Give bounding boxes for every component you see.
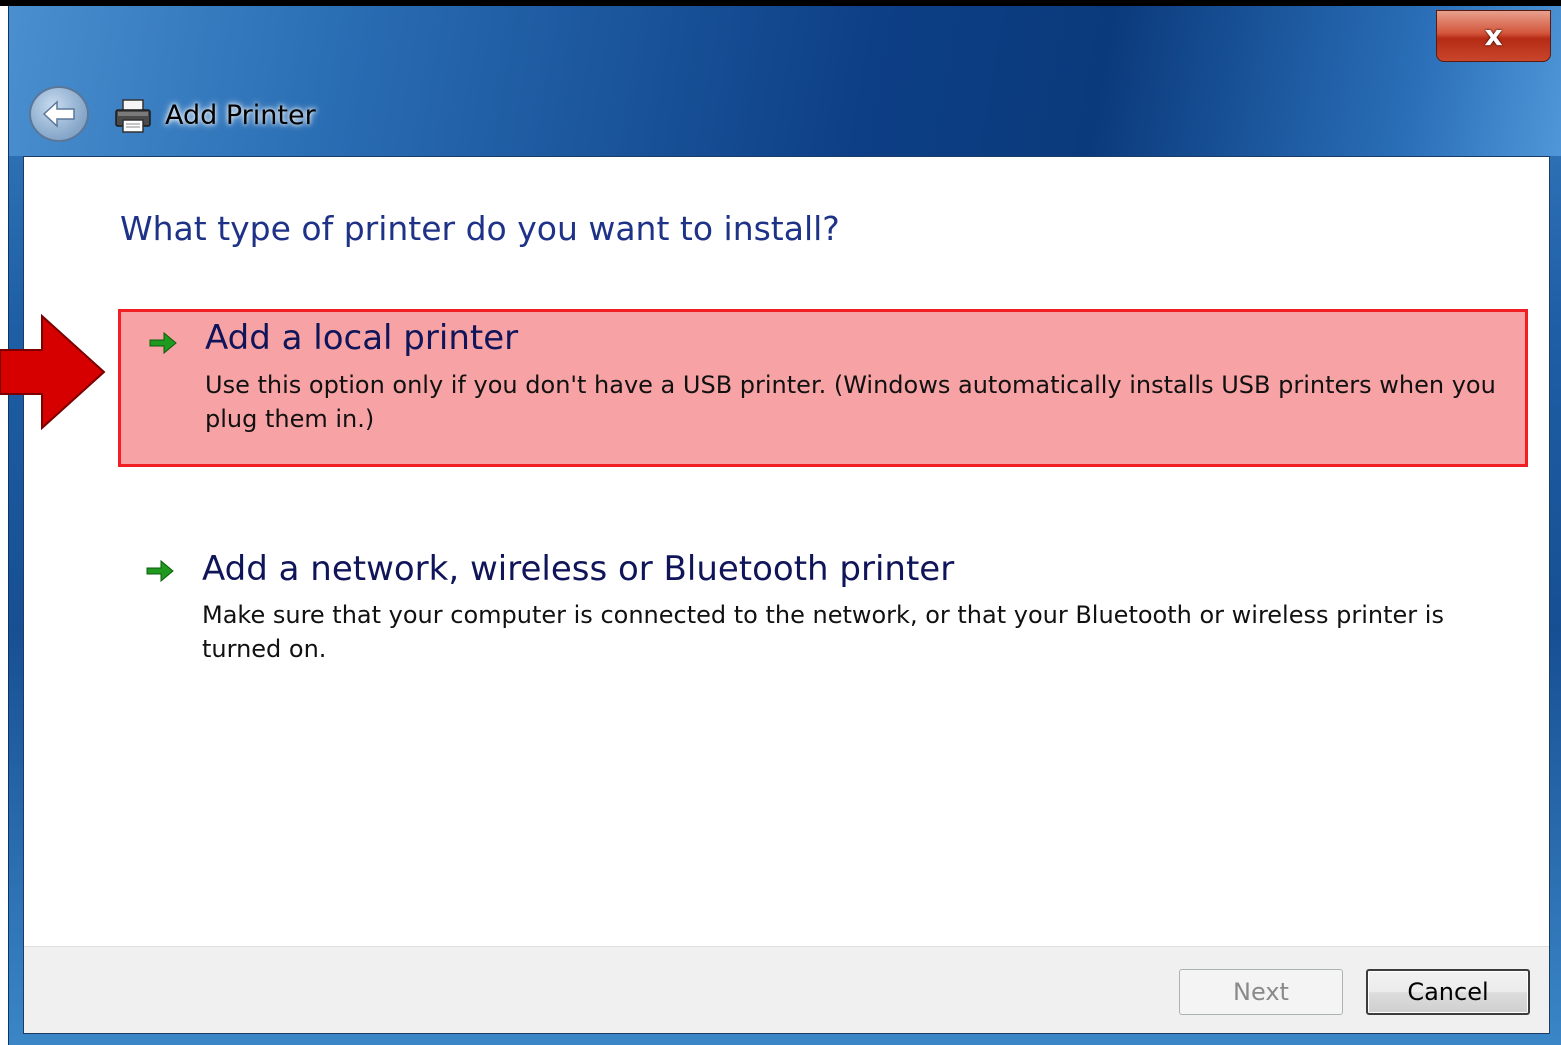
printer-icon [115, 99, 151, 133]
page-heading: What type of printer do you want to inst… [120, 209, 840, 248]
add-printer-window: x Add Printer What type of printer do yo… [8, 6, 1561, 1045]
wizard-footer: Next Cancel [24, 946, 1549, 1033]
cancel-button[interactable]: Cancel [1366, 969, 1530, 1015]
option-title: Add a local printer [205, 318, 519, 358]
next-button[interactable]: Next [1179, 969, 1343, 1015]
screen: x Add Printer What type of printer do yo… [0, 0, 1561, 1045]
option-description: Make sure that your computer is connecte… [202, 601, 1444, 663]
option-description: Use this option only if you don't have a… [205, 371, 1496, 433]
green-arrow-icon [146, 559, 174, 583]
close-icon: x [1484, 19, 1503, 52]
green-arrow-icon [149, 331, 177, 355]
red-pointer-arrow-icon [0, 313, 106, 431]
close-button[interactable]: x [1436, 10, 1551, 62]
back-arrow-icon [42, 100, 75, 128]
add-network-printer-option[interactable]: Add a network, wireless or Bluetooth pri… [118, 540, 1528, 670]
title-bar [9, 6, 1561, 156]
add-local-printer-option[interactable]: Add a local printer Use this option only… [118, 309, 1528, 467]
window-title: Add Printer [165, 100, 316, 131]
wizard-content: What type of printer do you want to inst… [23, 156, 1550, 1034]
option-title: Add a network, wireless or Bluetooth pri… [202, 549, 955, 589]
back-button[interactable] [29, 86, 89, 142]
